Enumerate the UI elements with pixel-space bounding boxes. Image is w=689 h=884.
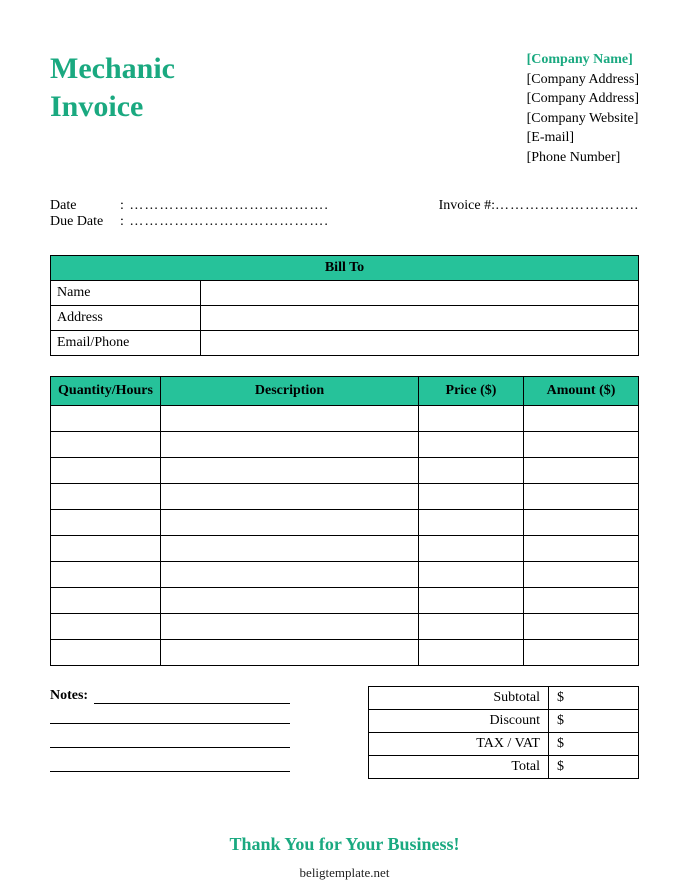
title-line-1: Mechanic bbox=[50, 50, 175, 88]
notes-line bbox=[50, 704, 290, 724]
tax-value: $ bbox=[549, 732, 639, 755]
table-row bbox=[51, 405, 639, 431]
bill-to-email-value bbox=[201, 330, 639, 355]
table-row bbox=[51, 639, 639, 665]
col-header-amount: Amount ($) bbox=[524, 376, 639, 405]
total-label: Total bbox=[369, 755, 549, 778]
table-row bbox=[51, 587, 639, 613]
notes-line bbox=[94, 686, 290, 704]
bill-to-address-label: Address bbox=[51, 305, 201, 330]
subtotal-label: Subtotal bbox=[369, 686, 549, 709]
table-row bbox=[51, 613, 639, 639]
bill-to-email-label: Email/Phone bbox=[51, 330, 201, 355]
company-address-1: [Company Address] bbox=[527, 70, 639, 90]
table-row bbox=[51, 509, 639, 535]
date-value: : …………………………………. bbox=[120, 198, 329, 214]
table-row bbox=[51, 561, 639, 587]
bill-to-address-value bbox=[201, 305, 639, 330]
title-line-2: Invoice bbox=[50, 88, 175, 126]
notes-block: Notes: bbox=[50, 686, 290, 776]
company-name: [Company Name] bbox=[527, 50, 639, 70]
bill-to-header: Bill To bbox=[51, 255, 639, 280]
totals-table: Subtotal $ Discount $ TAX / VAT $ Total … bbox=[368, 686, 639, 779]
col-header-quantity: Quantity/Hours bbox=[51, 376, 161, 405]
footer-text: beligtemplate.net bbox=[50, 865, 639, 881]
company-website: [Company Website] bbox=[527, 109, 639, 129]
invoice-title: Mechanic Invoice bbox=[50, 50, 175, 168]
table-row bbox=[51, 431, 639, 457]
date-label: Date bbox=[50, 198, 120, 214]
notes-line bbox=[50, 752, 290, 772]
discount-value: $ bbox=[549, 709, 639, 732]
company-email: [E-mail] bbox=[527, 128, 639, 148]
company-block: [Company Name] [Company Address] [Compan… bbox=[527, 50, 639, 168]
discount-label: Discount bbox=[369, 709, 549, 732]
subtotal-value: $ bbox=[549, 686, 639, 709]
items-table: Quantity/Hours Description Price ($) Amo… bbox=[50, 376, 639, 666]
invoice-number-value: ……………………….. bbox=[495, 198, 639, 213]
notes-line bbox=[50, 728, 290, 748]
bill-to-table: Bill To Name Address Email/Phone bbox=[50, 255, 639, 356]
invoice-number-label: Invoice #: bbox=[439, 198, 495, 213]
company-address-2: [Company Address] bbox=[527, 89, 639, 109]
notes-label: Notes: bbox=[50, 688, 88, 704]
company-phone: [Phone Number] bbox=[527, 148, 639, 168]
thank-you-message: Thank You for Your Business! bbox=[50, 834, 639, 855]
bill-to-name-value bbox=[201, 280, 639, 305]
table-row bbox=[51, 483, 639, 509]
due-date-label: Due Date bbox=[50, 214, 120, 230]
tax-label: TAX / VAT bbox=[369, 732, 549, 755]
total-value: $ bbox=[549, 755, 639, 778]
col-header-price: Price ($) bbox=[419, 376, 524, 405]
due-date-value: : …………………………………. bbox=[120, 214, 329, 230]
bill-to-name-label: Name bbox=[51, 280, 201, 305]
table-row bbox=[51, 535, 639, 561]
table-row bbox=[51, 457, 639, 483]
col-header-description: Description bbox=[161, 376, 419, 405]
